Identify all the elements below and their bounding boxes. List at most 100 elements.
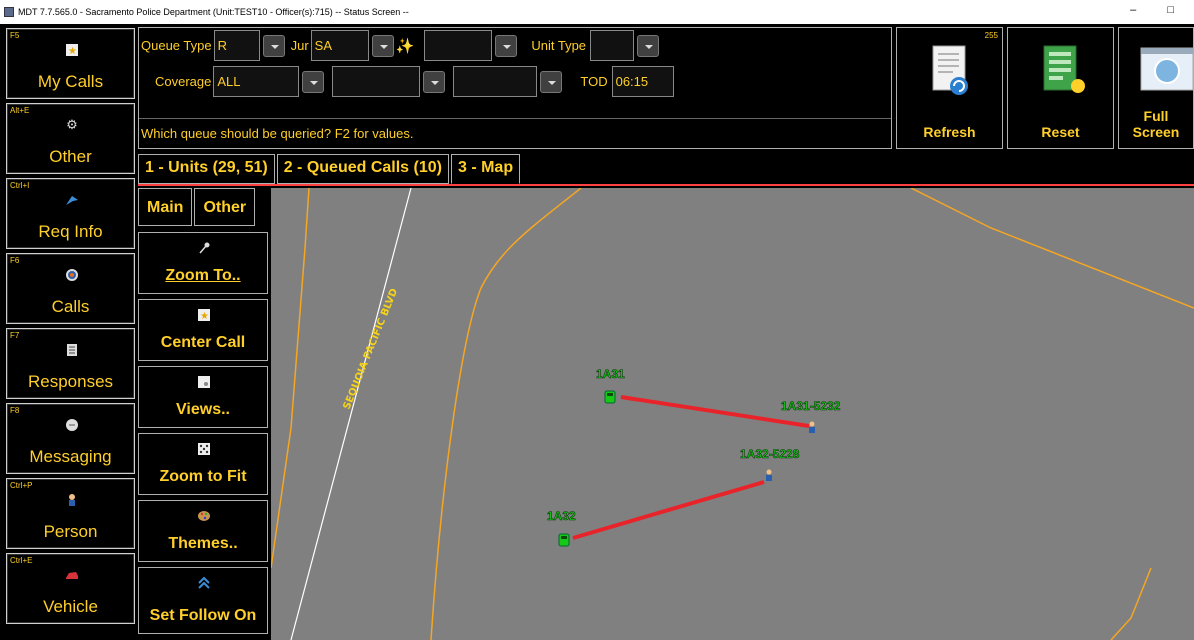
window-controls[interactable]: – □	[1130, 4, 1188, 16]
tab-queued-calls[interactable]: 2 - Queued Calls (10)	[276, 154, 449, 184]
coverage-label: Coverage	[155, 74, 212, 89]
tod-field[interactable]: 06:15	[611, 66, 674, 97]
refresh-count: 255	[984, 31, 998, 40]
shortcut-key: Ctrl+P	[10, 481, 33, 490]
sidebar-item-label: Calls	[51, 297, 90, 316]
sidebar-item-label: Person	[43, 522, 98, 541]
sidebar-item-label: My Calls	[37, 72, 104, 91]
sidebar-item-other[interactable]: Alt+E ⚙ Other	[6, 103, 135, 174]
refresh-button[interactable]: 255 Refresh	[896, 27, 1003, 149]
pin-icon	[197, 241, 211, 255]
views-icon	[197, 375, 211, 389]
jur-dropdown-button[interactable]	[371, 34, 394, 57]
tab-underline	[138, 184, 1194, 186]
coverage2-dropdown-button[interactable]	[423, 70, 446, 93]
sidebar-item-label: Other	[49, 147, 92, 166]
sidebar: F5 ★ My Calls Alt+E ⚙ Other Ctrl+I Req I…	[0, 26, 136, 640]
shortcut-key: F6	[10, 256, 20, 265]
subtab-other[interactable]: Other	[194, 188, 256, 226]
map-canvas: SEQUOIA PACIFIC BLVD 1A31 1A32 1A31-5232…	[271, 188, 1194, 640]
hint-text: Which queue should be queried? F2 for va…	[141, 126, 414, 141]
reset-button[interactable]: Reset	[1007, 27, 1114, 149]
set-follow-on-button[interactable]: Set Follow On	[138, 567, 268, 634]
map-subtabs: Main Other	[138, 188, 257, 226]
sidebar-item-req-info[interactable]: Ctrl+I Req Info	[6, 178, 135, 249]
full-screen-button[interactable]: Full Screen	[1118, 27, 1194, 149]
map-view[interactable]: SEQUOIA PACIFIC BLVD 1A31 1A32 1A31-5232…	[271, 188, 1194, 640]
shortcut-key: F7	[10, 331, 20, 340]
unit-type-label: Unit Type	[531, 38, 587, 53]
magic-wand-icon[interactable]: ✨	[396, 37, 415, 55]
zoom-to-label: Zoom To..	[165, 267, 241, 284]
shortcut-key: F8	[10, 406, 20, 415]
divider	[139, 118, 891, 119]
window-title: MDT 7.7.565.0 - Sacramento Police Depart…	[18, 7, 409, 17]
title-bar: MDT 7.7.565.0 - Sacramento Police Depart…	[0, 0, 1194, 24]
sidebar-item-responses[interactable]: F7 Responses	[6, 328, 135, 399]
bird-icon	[65, 193, 79, 207]
coverage2-field[interactable]	[332, 66, 421, 97]
sidebar-item-label: Messaging	[29, 447, 112, 466]
call-marker-1a31-5232[interactable]	[809, 421, 815, 434]
sidebar-item-messaging[interactable]: F8 Messaging	[6, 403, 135, 474]
shortcut-key: Alt+E	[10, 106, 30, 115]
unit-type-dropdown-button[interactable]	[637, 34, 660, 57]
coverage-field[interactable]: ALL	[213, 66, 300, 97]
set-follow-on-label: Set Follow On	[149, 607, 257, 624]
target-icon	[65, 268, 79, 282]
views-label: Views..	[176, 401, 230, 418]
coverage3-dropdown-button[interactable]	[540, 70, 563, 93]
road-curve	[430, 188, 582, 640]
road-left	[271, 188, 310, 569]
coverage3-field[interactable]	[453, 66, 538, 97]
chevrons-up-icon	[197, 576, 211, 590]
jur-label: Jur	[290, 38, 309, 53]
call-marker-1a32-5228[interactable]	[766, 469, 772, 482]
coverage-dropdown-button[interactable]	[302, 70, 325, 93]
sidebar-item-person[interactable]: Ctrl+P Person	[6, 478, 135, 549]
tab-units[interactable]: 1 - Units (29, 51)	[138, 154, 275, 184]
extra-dropdown-button[interactable]	[495, 34, 518, 57]
sequoia-pacific-blvd-road	[290, 188, 412, 640]
refresh-label: Refresh	[923, 124, 976, 140]
reset-label: Reset	[1041, 124, 1080, 140]
route-line-1a32	[572, 480, 765, 540]
palette-icon	[197, 509, 211, 523]
shortcut-key: F5	[10, 31, 20, 40]
sidebar-item-calls[interactable]: F6 Calls	[6, 253, 135, 324]
shortcut-key: Ctrl+E	[10, 556, 33, 565]
person-icon	[65, 493, 79, 507]
queue-type-field[interactable]: R	[213, 30, 260, 61]
unit-label-1a31: 1A31	[596, 367, 625, 381]
unit-marker-1a31[interactable]	[604, 390, 616, 404]
query-row-1: Queue Type R Jur SA ✨ Unit Type	[141, 30, 660, 61]
zoom-to-button[interactable]: Zoom To..	[138, 232, 268, 294]
query-panel: Queue Type R Jur SA ✨ Unit Type Coverage…	[138, 27, 892, 149]
main-tabs: 1 - Units (29, 51) 2 - Queued Calls (10)…	[138, 154, 522, 184]
call-label-1a31-5232: 1A31-5232	[781, 399, 841, 413]
car-icon	[65, 568, 79, 582]
unit-marker-1a32[interactable]	[558, 533, 570, 547]
unit-label-1a32: 1A32	[547, 509, 576, 523]
unit-type-field[interactable]	[590, 30, 635, 61]
views-button[interactable]: Views..	[138, 366, 268, 428]
chat-bubble-icon	[65, 418, 79, 432]
sidebar-item-my-calls[interactable]: F5 ★ My Calls	[6, 28, 135, 99]
queue-type-dropdown-button[interactable]	[262, 34, 285, 57]
zoom-to-fit-button[interactable]: Zoom to Fit	[138, 433, 268, 495]
extra-field[interactable]	[424, 30, 493, 61]
tab-map[interactable]: 3 - Map	[450, 154, 521, 184]
queue-type-label: Queue Type	[141, 38, 212, 53]
jur-field[interactable]: SA	[310, 30, 369, 61]
themes-label: Themes..	[168, 535, 238, 552]
document-icon	[65, 343, 79, 357]
svg-text:★: ★	[200, 311, 209, 322]
gear-icon: ⚙	[66, 117, 78, 132]
subtab-main[interactable]: Main	[138, 188, 193, 226]
tod-label: TOD	[580, 74, 608, 89]
center-call-button[interactable]: ★ Center Call	[138, 299, 268, 361]
road-right-2	[1110, 567, 1152, 640]
star-doc-icon: ★	[65, 43, 79, 57]
sidebar-item-vehicle[interactable]: Ctrl+E Vehicle	[6, 553, 135, 624]
themes-button[interactable]: Themes..	[138, 500, 268, 562]
